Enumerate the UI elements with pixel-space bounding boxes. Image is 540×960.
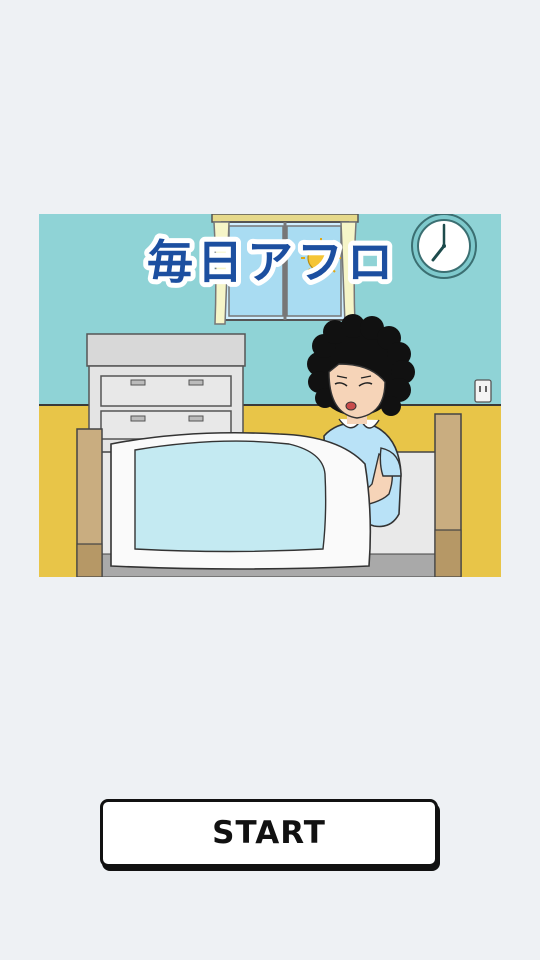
- bedroom-scene: [39, 214, 501, 577]
- title-illustration: 毎日アフロ: [39, 214, 501, 577]
- start-button[interactable]: START: [100, 799, 438, 867]
- clock-icon: [411, 214, 477, 279]
- outlet-icon: [474, 379, 492, 403]
- blanket: [110, 431, 372, 570]
- window: [211, 214, 359, 325]
